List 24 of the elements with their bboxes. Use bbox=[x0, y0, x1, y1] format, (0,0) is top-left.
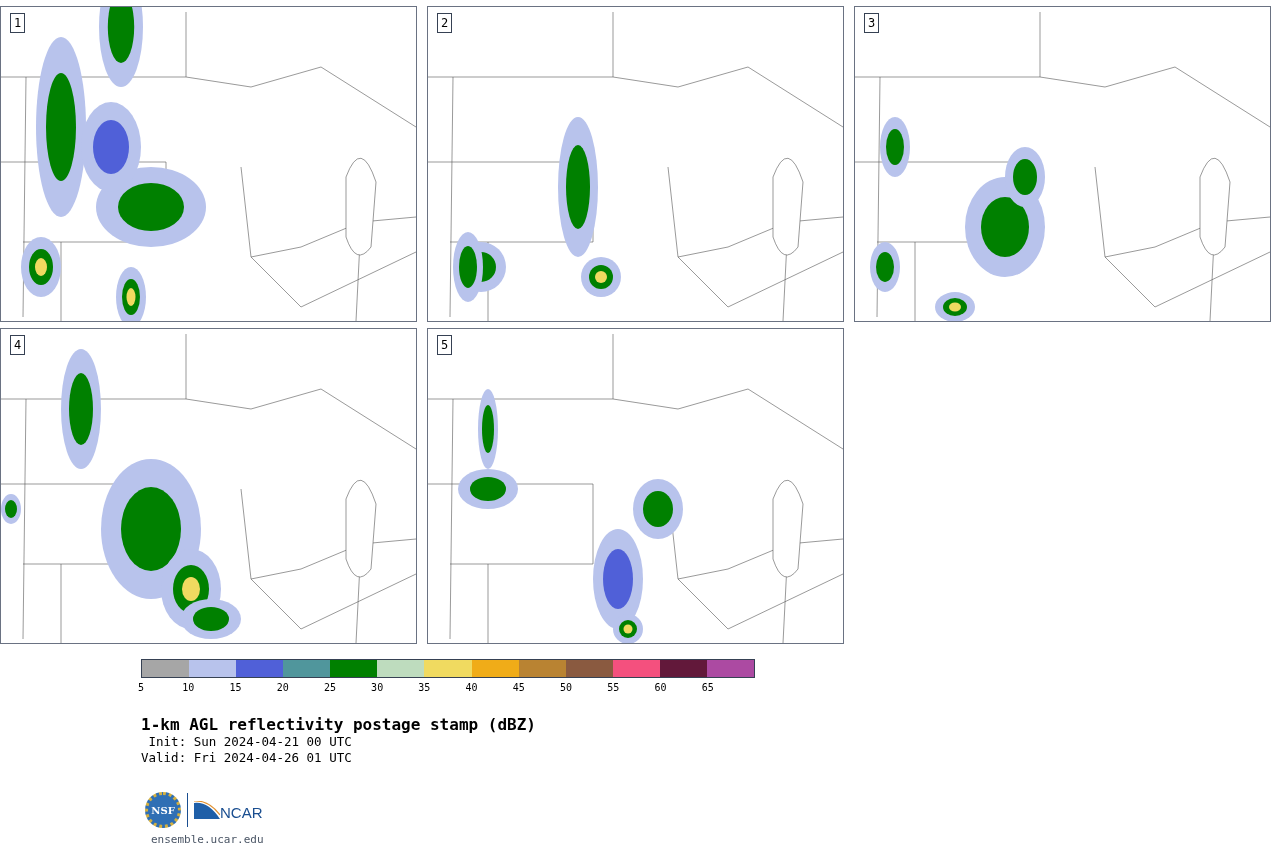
valid-time: Valid: Fri 2024-04-26 01 UTC bbox=[141, 750, 353, 766]
tick-label: 50 bbox=[560, 682, 573, 694]
panel-number: 2 bbox=[437, 13, 453, 33]
panel-number: 4 bbox=[10, 335, 26, 355]
nsf-logo: NSF bbox=[145, 792, 181, 828]
panel-number: 1 bbox=[10, 13, 26, 33]
tick-label: 5 bbox=[138, 682, 144, 694]
tick-label: 60 bbox=[654, 682, 667, 694]
panel-number: 5 bbox=[437, 335, 453, 355]
tick-label: 40 bbox=[465, 682, 478, 694]
chart-title: 1-km AGL reflectivity postage stamp (dBZ) bbox=[141, 716, 537, 734]
tick-label: 65 bbox=[701, 682, 714, 694]
site-url: ensemble.ucar.edu bbox=[151, 832, 265, 844]
tick-label: 15 bbox=[229, 682, 242, 694]
tick-label: 55 bbox=[607, 682, 620, 694]
tick-label: 20 bbox=[276, 682, 289, 694]
tick-label: 30 bbox=[371, 682, 384, 694]
tick-label: 10 bbox=[182, 682, 195, 694]
tick-label: 25 bbox=[323, 682, 336, 694]
init-time: Init: Sun 2024-04-21 00 UTC bbox=[147, 734, 353, 750]
tick-label: 45 bbox=[512, 682, 525, 694]
tick-label: 35 bbox=[418, 682, 431, 694]
ncar-logo: NCAR bbox=[194, 799, 263, 821]
panel-number: 3 bbox=[864, 13, 880, 33]
